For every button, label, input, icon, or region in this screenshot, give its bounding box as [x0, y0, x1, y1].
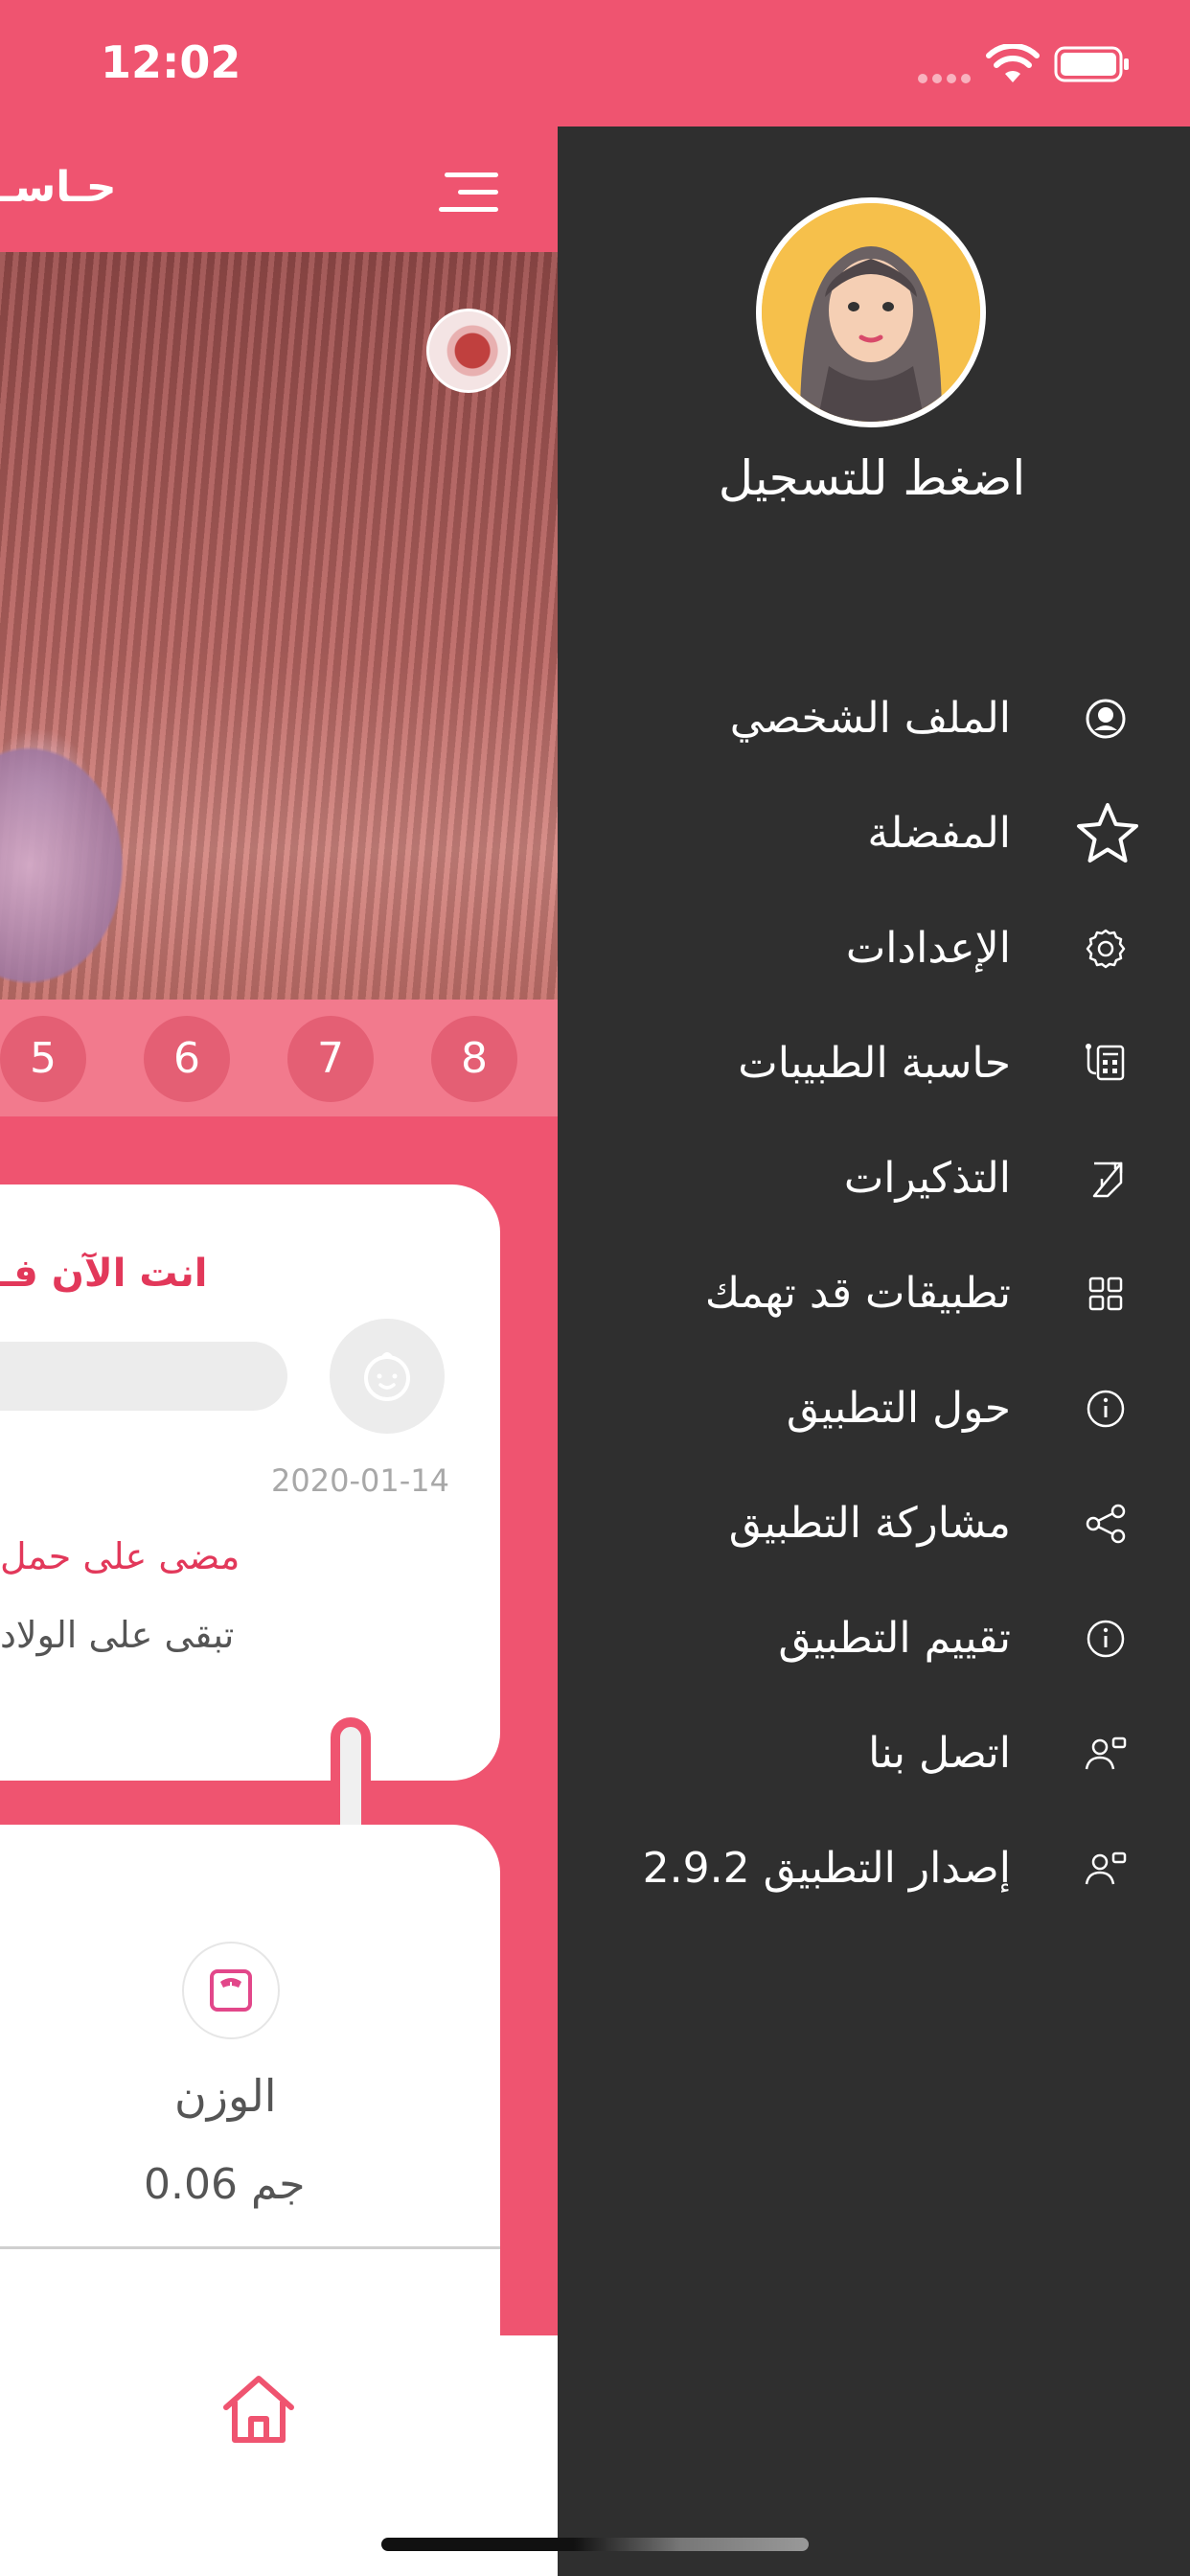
menu-item-rate[interactable]: تقييم التطبيق	[594, 1596, 1131, 1682]
week-5-button[interactable]: 5	[0, 1016, 86, 1102]
embryo-thumbnail[interactable]	[426, 309, 511, 393]
menu-item-label: اتصل بنا	[868, 1729, 1011, 1778]
menu-item-reminders[interactable]: التذكيرات	[594, 1136, 1131, 1222]
star-icon	[1073, 799, 1142, 868]
home-icon[interactable]	[220, 2373, 297, 2450]
divider	[0, 2246, 500, 2249]
menu-item-label: إصدار التطبيق 2.9.2	[642, 1844, 1011, 1893]
menu-item-label: حول التطبيق	[786, 1384, 1011, 1433]
menu-item-profile[interactable]: الملف الشخصي	[594, 676, 1131, 762]
signal-icon	[918, 69, 975, 87]
menu-item-label: تقييم التطبيق	[778, 1614, 1011, 1663]
reminder-icon	[1081, 1154, 1131, 1204]
pregnancy-progress-bar	[0, 1342, 287, 1411]
menu-icon[interactable]	[439, 169, 502, 220]
menu-item-label: الملف الشخصي	[729, 694, 1011, 743]
weight-label: الوزن	[174, 2070, 277, 2122]
calculator-icon	[1081, 1039, 1131, 1089]
contact-icon	[1081, 1729, 1131, 1779]
menu-item-apps[interactable]: تطبيقات قد تهمك	[594, 1251, 1131, 1337]
menu-item-version: إصدار التطبيق 2.9.2	[594, 1826, 1131, 1912]
menu-item-label: حاسبة الطبيبات	[738, 1039, 1011, 1088]
grid-icon	[1081, 1269, 1131, 1319]
menu-item-label: المفضلة	[867, 809, 1011, 858]
battery-icon	[1054, 46, 1131, 86]
home-indicator	[381, 2538, 809, 2551]
menu-item-label: الإعدادات	[845, 924, 1011, 973]
progress-remaining-text: تبقى على الولاد	[0, 1614, 235, 1656]
progress-passed-text: مضى على حمل	[0, 1535, 240, 1577]
menu-item-label: مشاركة التطبيق	[728, 1499, 1011, 1548]
menu-item-share[interactable]: مشاركة التطبيق	[594, 1481, 1131, 1567]
gear-icon	[1081, 924, 1131, 974]
status-time: 12:02	[101, 36, 241, 88]
avatar[interactable]	[756, 197, 986, 427]
menu-item-settings[interactable]: الإعدادات	[594, 906, 1131, 992]
week-8-button[interactable]: 8	[431, 1016, 517, 1102]
share-icon	[1081, 1499, 1131, 1549]
info-icon	[1081, 1384, 1131, 1434]
menu-item-label: تطبيقات قد تهمك	[704, 1269, 1011, 1318]
wifi-icon	[985, 42, 1041, 88]
profile-icon	[1081, 694, 1131, 744]
progress-card-title: انت الآن فـ	[0, 1252, 208, 1296]
scale-icon	[207, 1966, 255, 2018]
menu-item-label: التذكيرات	[843, 1154, 1011, 1203]
week-7-button[interactable]: 7	[287, 1016, 374, 1102]
menu-item-favorites[interactable]: المفضلة	[594, 791, 1138, 877]
menu-item-contact[interactable]: اتصل بنا	[594, 1711, 1131, 1797]
page-title: حـاسـ	[0, 163, 117, 212]
contact-icon	[1081, 1844, 1131, 1894]
weight-value: 0.06 جم	[144, 2160, 306, 2209]
progress-date: 2020-01-14	[271, 1462, 449, 1499]
info-icon	[1081, 1614, 1131, 1664]
week-6-button[interactable]: 6	[144, 1016, 230, 1102]
menu-item-calculator[interactable]: حاسبة الطبيبات	[594, 1021, 1131, 1107]
baby-icon	[358, 1347, 416, 1409]
menu-item-about[interactable]: حول التطبيق	[594, 1366, 1131, 1452]
register-button[interactable]: اضغط للتسجيل	[690, 450, 1054, 506]
